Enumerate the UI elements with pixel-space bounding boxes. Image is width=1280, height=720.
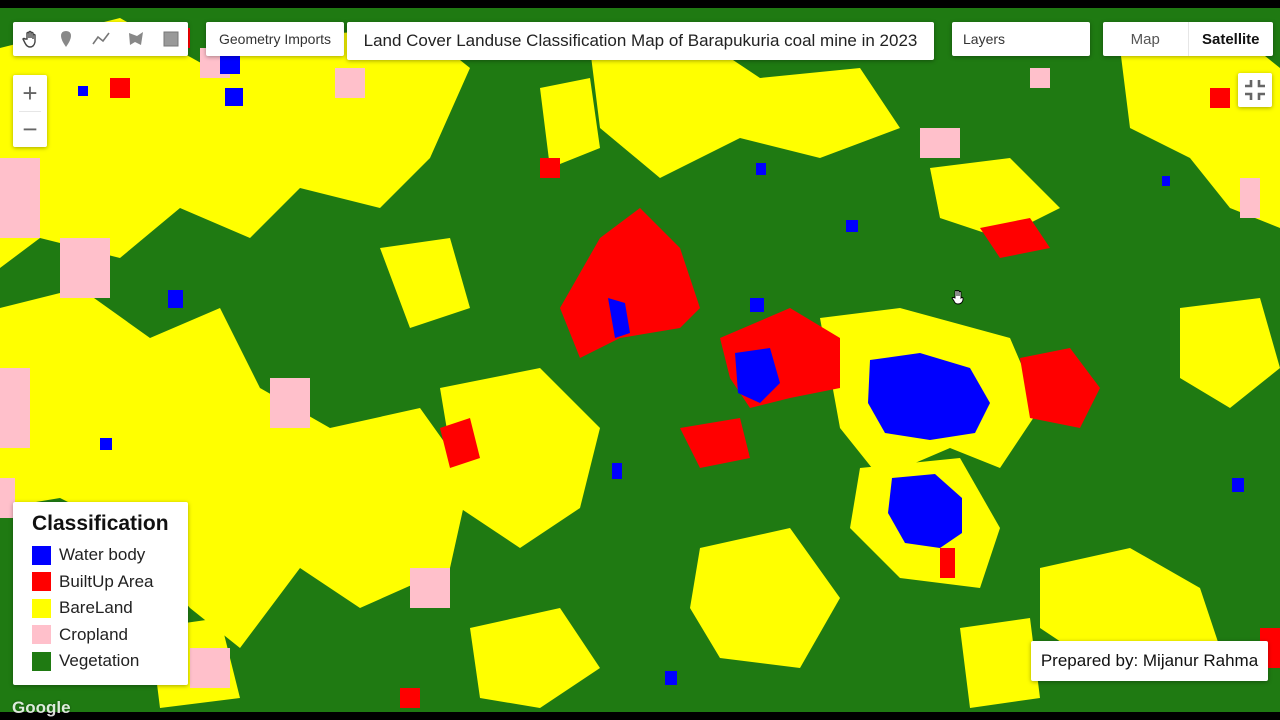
zoom-in-button[interactable]: + bbox=[13, 75, 47, 111]
hand-tool-button[interactable] bbox=[18, 26, 44, 52]
rectangle-tool-button[interactable] bbox=[158, 26, 184, 52]
legend-item: Water body bbox=[32, 542, 188, 569]
marker-tool-button[interactable] bbox=[53, 26, 79, 52]
hand-icon bbox=[21, 30, 36, 48]
legend-label: BareLand bbox=[59, 598, 133, 618]
line-icon bbox=[91, 32, 110, 45]
polygon-icon bbox=[128, 32, 143, 45]
legend-title: Classification bbox=[32, 512, 169, 535]
earth-engine-map-app: Geometry Imports Land Cover Landuse Clas… bbox=[0, 0, 1280, 720]
line-tool-button[interactable] bbox=[88, 26, 114, 52]
land-cover-raster bbox=[0, 8, 1280, 712]
zoom-out-button[interactable]: − bbox=[13, 112, 47, 148]
legend-item: BuiltUp Area bbox=[32, 569, 188, 596]
fullscreen-button[interactable] bbox=[1238, 73, 1272, 107]
map-type-map-button[interactable]: Map bbox=[1103, 22, 1189, 56]
legend-swatch bbox=[32, 545, 51, 565]
fullscreen-exit-icon bbox=[1245, 80, 1265, 100]
legend-swatch bbox=[32, 572, 51, 592]
legend-swatch bbox=[32, 598, 51, 618]
legend-label: Vegetation bbox=[59, 651, 140, 671]
rectangle-icon bbox=[163, 31, 178, 47]
google-attribution: Google bbox=[12, 698, 71, 717]
legend-item: Vegetation bbox=[32, 648, 188, 675]
top-black-bar bbox=[0, 0, 1280, 8]
map-type-control: Map Satellite bbox=[1103, 22, 1273, 56]
geometry-imports-button[interactable]: Geometry Imports bbox=[206, 22, 344, 56]
legend-label: Cropland bbox=[59, 624, 128, 644]
layers-button[interactable]: Layers bbox=[952, 22, 1090, 56]
legend-swatch bbox=[32, 625, 51, 645]
legend-item: Cropland bbox=[32, 622, 188, 649]
bottom-black-bar bbox=[0, 712, 1280, 720]
author-credit: Prepared by: Mijanur Rahma bbox=[1031, 641, 1268, 681]
classification-legend: Classification Water body BuiltUp Area B… bbox=[13, 502, 188, 685]
legend-swatch bbox=[32, 651, 51, 671]
classification-map[interactable] bbox=[0, 8, 1280, 712]
legend-item: BareLand bbox=[32, 595, 188, 622]
legend-label: BuiltUp Area bbox=[59, 571, 154, 591]
polygon-tool-button[interactable] bbox=[123, 26, 149, 52]
map-title: Land Cover Landuse Classification Map of… bbox=[347, 22, 934, 60]
hand-cursor-icon bbox=[951, 290, 964, 305]
marker-icon bbox=[60, 31, 71, 47]
drawing-toolbar bbox=[13, 22, 188, 56]
legend-label: Water body bbox=[59, 545, 146, 565]
map-type-satellite-button[interactable]: Satellite bbox=[1189, 22, 1274, 56]
zoom-control: + − bbox=[13, 75, 47, 147]
